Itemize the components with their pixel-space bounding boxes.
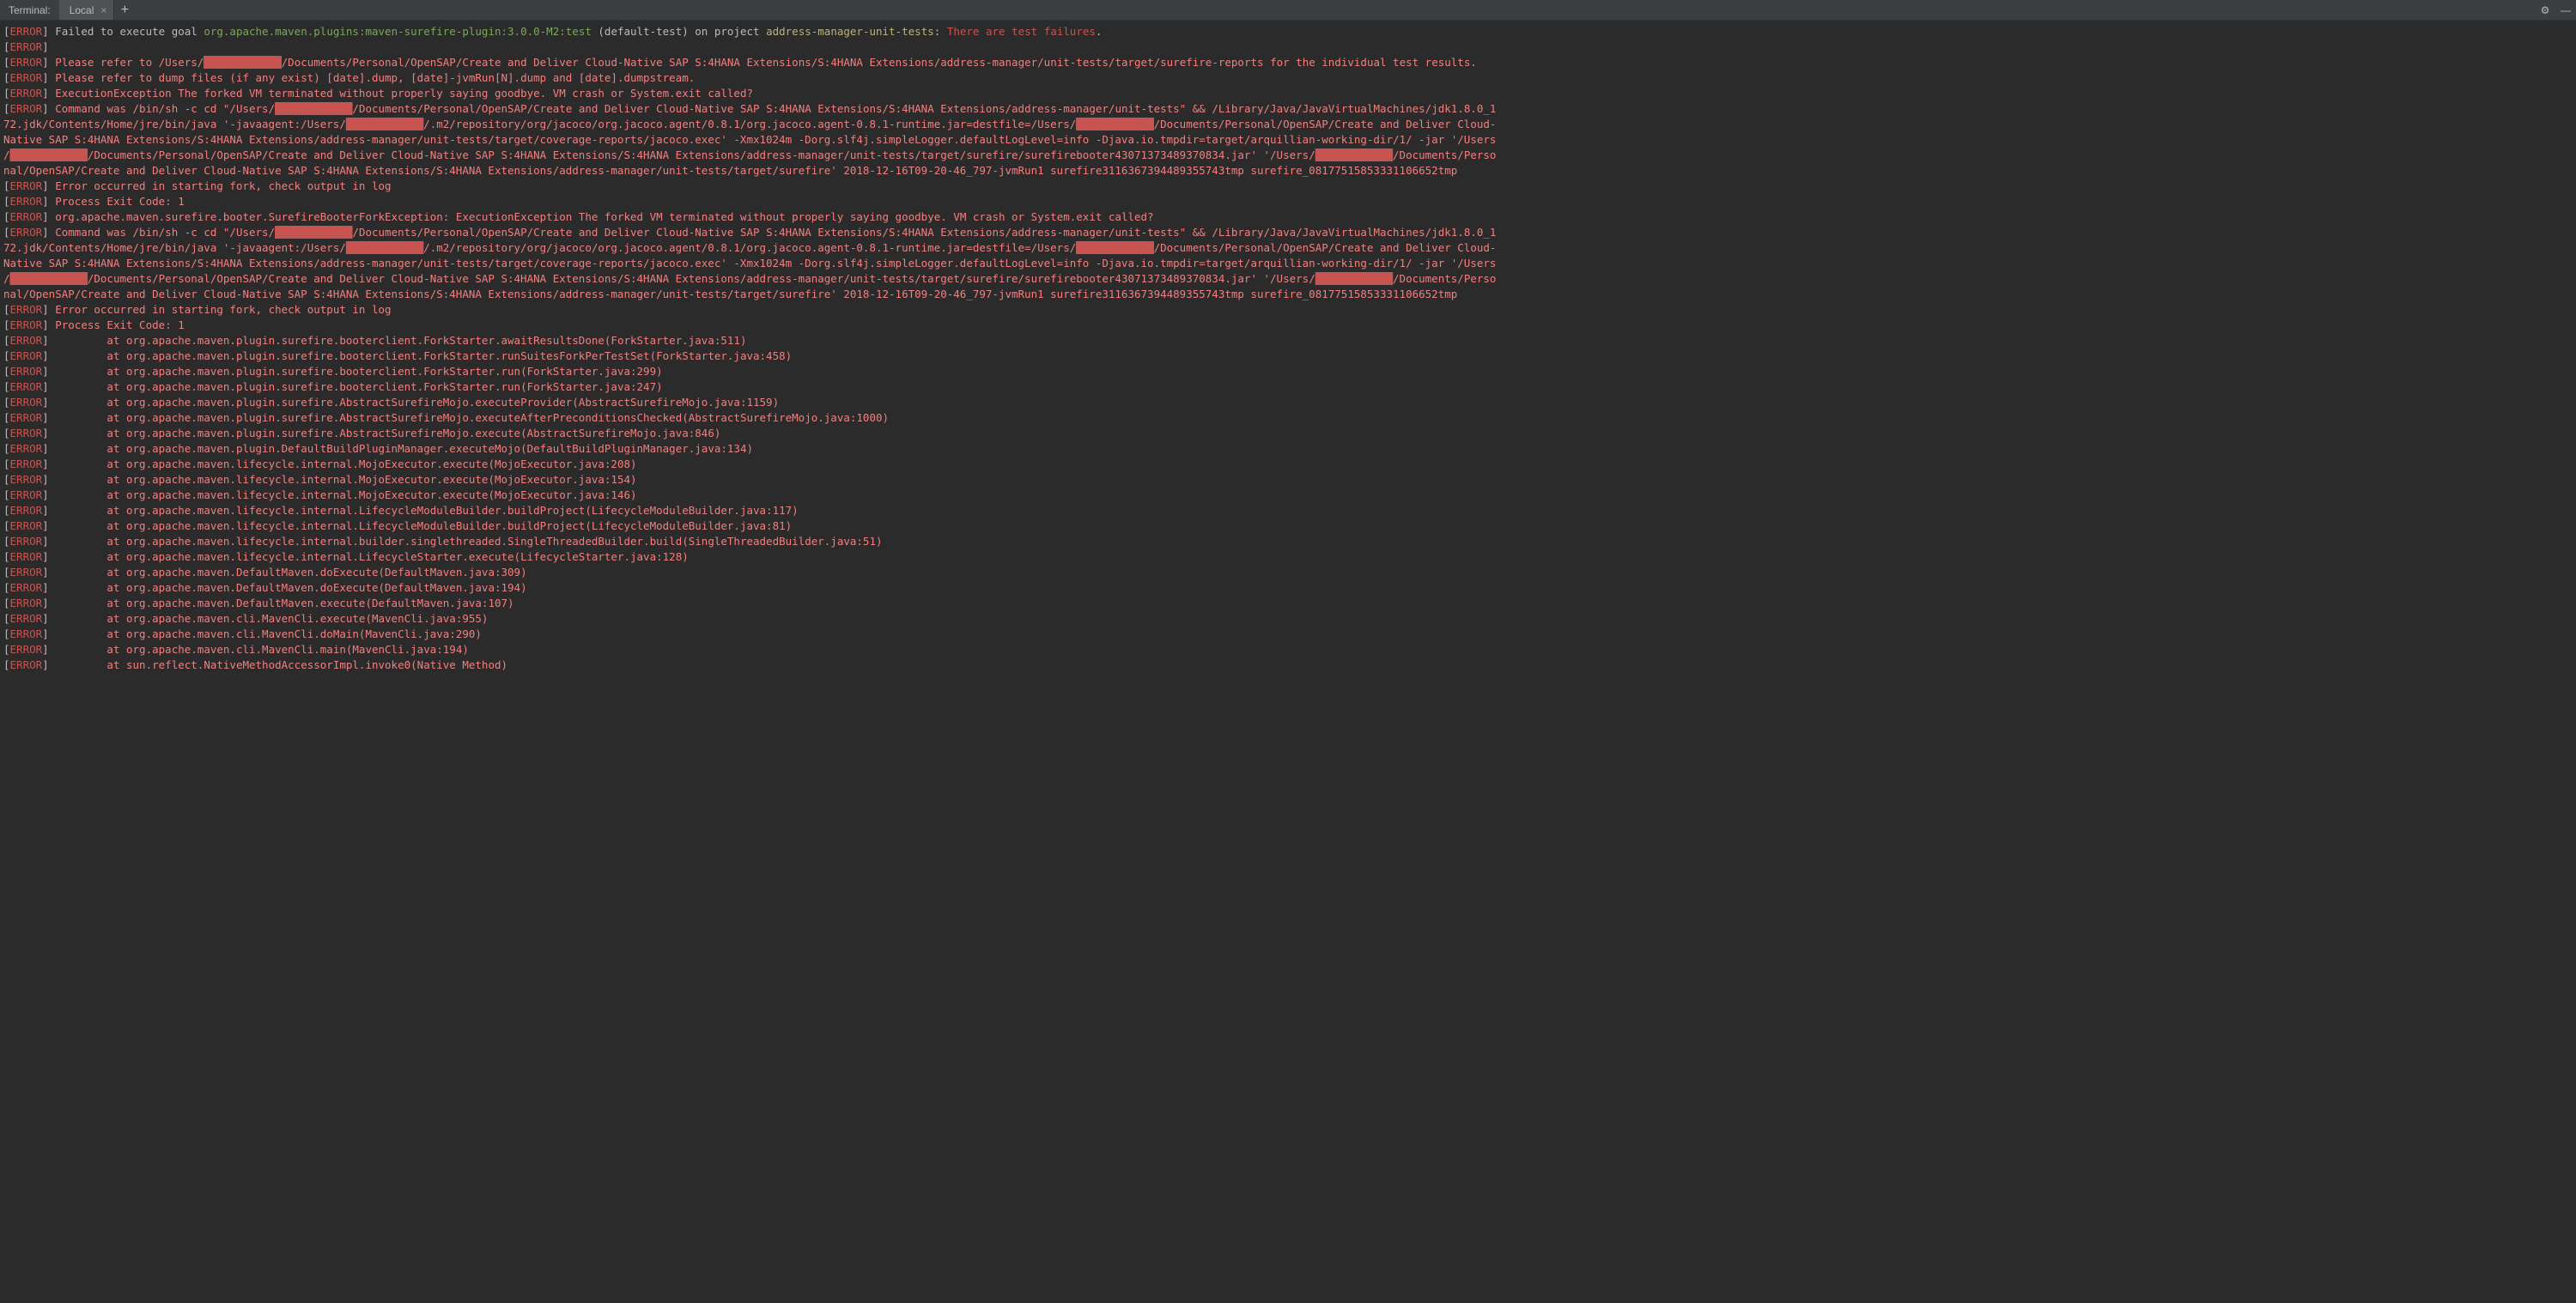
log-line: [ERROR] at org.apache.maven.plugin.suref… (3, 348, 2573, 364)
redacted-text: ████████████ (275, 102, 352, 115)
log-line: Native SAP S:4HANA Extensions/S:4HANA Ex… (3, 256, 2573, 271)
terminal-panel-title: Terminal: (0, 3, 59, 18)
log-line: 72.jdk/Contents/Home/jre/bin/java '-java… (3, 117, 2573, 132)
log-line: [ERROR] at sun.reflect.NativeMethodAcces… (3, 658, 2573, 673)
redacted-text: ████████████ (1315, 148, 1393, 161)
log-line: [ERROR] at org.apache.maven.lifecycle.in… (3, 472, 2573, 488)
log-line: [ERROR] at org.apache.maven.lifecycle.in… (3, 549, 2573, 565)
redacted-text: ████████████ (10, 272, 88, 285)
error-label: ERROR (10, 535, 43, 548)
log-line: [ERROR] org.apache.maven.surefire.booter… (3, 209, 2573, 225)
log-line: nal/OpenSAP/Create and Deliver Cloud-Nat… (3, 163, 2573, 179)
log-line: [ERROR] at org.apache.maven.lifecycle.in… (3, 518, 2573, 534)
error-label: ERROR (10, 210, 43, 223)
error-label: ERROR (10, 56, 43, 69)
tab-label: Local (70, 3, 94, 18)
log-line: [ERROR] at org.apache.maven.cli.MavenCli… (3, 611, 2573, 627)
log-line: [ERROR] Please refer to dump files (if a… (3, 70, 2573, 86)
log-line: /████████████/Documents/Personal/OpenSAP… (3, 271, 2573, 287)
error-label: ERROR (10, 71, 43, 84)
error-label: ERROR (10, 365, 43, 378)
log-line: [ERROR] at org.apache.maven.plugin.suref… (3, 426, 2573, 441)
log-line: [ERROR] ExecutionException The forked VM… (3, 86, 2573, 101)
log-line: [ERROR] at org.apache.maven.cli.MavenCli… (3, 627, 2573, 642)
log-line: Native SAP S:4HANA Extensions/S:4HANA Ex… (3, 132, 2573, 148)
redacted-text: ████████████ (346, 118, 423, 130)
redacted-text: ████████████ (1076, 118, 1153, 130)
log-line: [ERROR] at org.apache.maven.DefaultMaven… (3, 565, 2573, 580)
error-label: ERROR (10, 612, 43, 625)
error-label: ERROR (10, 318, 43, 331)
error-label: ERROR (10, 566, 43, 579)
redacted-text: ████████████ (346, 241, 423, 254)
log-line: [ERROR] Process Exit Code: 1 (3, 318, 2573, 333)
log-line: [ERROR] at org.apache.maven.plugin.Defau… (3, 441, 2573, 457)
error-label: ERROR (10, 334, 43, 347)
redacted-text: ████████████ (204, 56, 281, 69)
log-line: [ERROR] Process Exit Code: 1 (3, 194, 2573, 209)
log-line: [ERROR] Command was /bin/sh -c cd "/User… (3, 225, 2573, 240)
error-label: ERROR (10, 488, 43, 501)
log-line: [ERROR] at org.apache.maven.lifecycle.in… (3, 457, 2573, 472)
error-label: ERROR (10, 504, 43, 517)
error-label: ERROR (10, 87, 43, 100)
log-line: [ERROR] Error occurred in starting fork,… (3, 302, 2573, 318)
log-line: [ERROR] at org.apache.maven.plugin.suref… (3, 333, 2573, 348)
redacted-text: ████████████ (275, 226, 352, 239)
log-line: nal/OpenSAP/Create and Deliver Cloud-Nat… (3, 287, 2573, 302)
error-label: ERROR (10, 25, 43, 38)
error-label: ERROR (10, 195, 43, 208)
error-label: ERROR (10, 349, 43, 362)
error-label: ERROR (10, 519, 43, 532)
gear-icon[interactable]: ⚙ (2535, 0, 2555, 20)
error-label: ERROR (10, 473, 43, 486)
error-label: ERROR (10, 303, 43, 316)
error-label: ERROR (10, 411, 43, 424)
error-label: ERROR (10, 643, 43, 656)
error-label: ERROR (10, 458, 43, 470)
add-tab-button[interactable]: + (114, 0, 135, 20)
error-label: ERROR (10, 581, 43, 594)
tab-local[interactable]: Local × (59, 0, 115, 20)
log-line: [ERROR] at org.apache.maven.DefaultMaven… (3, 580, 2573, 596)
error-label: ERROR (10, 442, 43, 455)
log-line: [ERROR] at org.apache.maven.plugin.suref… (3, 395, 2573, 410)
log-line: [ERROR] at org.apache.maven.lifecycle.in… (3, 503, 2573, 518)
error-label: ERROR (10, 658, 43, 671)
error-label: ERROR (10, 102, 43, 115)
error-label: ERROR (10, 40, 43, 53)
log-line: [ERROR] at org.apache.maven.plugin.suref… (3, 364, 2573, 379)
log-line: [ERROR] at org.apache.maven.plugin.suref… (3, 379, 2573, 395)
error-label: ERROR (10, 396, 43, 409)
error-label: ERROR (10, 179, 43, 192)
redacted-text: ████████████ (1315, 272, 1393, 285)
log-line: 72.jdk/Contents/Home/jre/bin/java '-java… (3, 240, 2573, 256)
log-line: [ERROR] (3, 39, 2573, 55)
log-line: /████████████/Documents/Personal/OpenSAP… (3, 148, 2573, 163)
error-label: ERROR (10, 427, 43, 439)
log-line: [ERROR] Please refer to /Users/█████████… (3, 55, 2573, 70)
log-line: [ERROR] at org.apache.maven.lifecycle.in… (3, 488, 2573, 503)
error-label: ERROR (10, 627, 43, 640)
error-label: ERROR (10, 380, 43, 393)
log-line: [ERROR] at org.apache.maven.plugin.suref… (3, 410, 2573, 426)
log-line: [ERROR] at org.apache.maven.DefaultMaven… (3, 596, 2573, 611)
terminal-tabbar: Terminal: Local × + ⚙ — (0, 0, 2576, 21)
log-line: [ERROR] at org.apache.maven.cli.MavenCli… (3, 642, 2573, 658)
redacted-text: ████████████ (1076, 241, 1153, 254)
close-icon[interactable]: × (100, 3, 106, 18)
log-line: [ERROR] Failed to execute goal org.apach… (3, 24, 2573, 39)
minimize-icon[interactable]: — (2555, 0, 2576, 20)
log-line: [ERROR] Error occurred in starting fork,… (3, 179, 2573, 194)
log-line: [ERROR] at org.apache.maven.lifecycle.in… (3, 534, 2573, 549)
redacted-text: ████████████ (10, 148, 88, 161)
error-label: ERROR (10, 597, 43, 609)
terminal-output[interactable]: [ERROR] Failed to execute goal org.apach… (0, 21, 2576, 676)
error-label: ERROR (10, 226, 43, 239)
error-label: ERROR (10, 550, 43, 563)
log-line: [ERROR] Command was /bin/sh -c cd "/User… (3, 101, 2573, 117)
